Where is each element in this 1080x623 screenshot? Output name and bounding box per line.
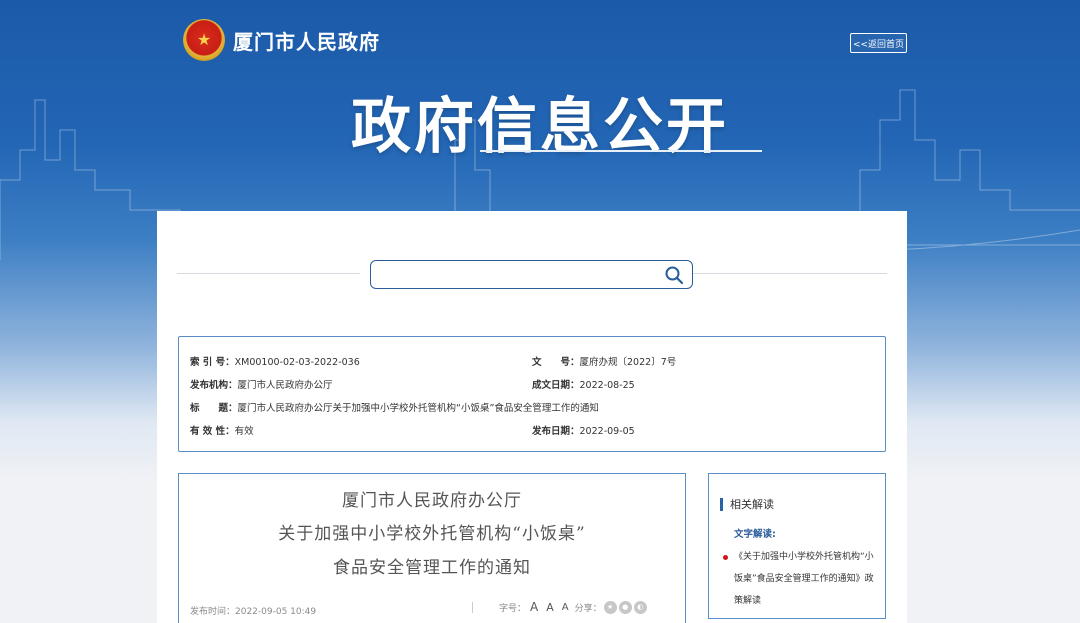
national-emblem-icon: ★ bbox=[183, 19, 225, 61]
site-name: 厦门市人民政府 bbox=[233, 29, 380, 54]
related-reading-panel: 相关解读 文字解读: 《关于加强中小学校外托管机构“小饭桌”食品安全管理工作的通… bbox=[708, 473, 886, 619]
font-large-button[interactable]: A bbox=[530, 600, 538, 614]
meta-index-number: 索 引 号：XM00100-02-03-2022-036 bbox=[190, 357, 360, 368]
article-title-line-2: 关于加强中小学校外托管机构“小饭桌” bbox=[278, 524, 586, 544]
font-size-label: 字号： bbox=[499, 603, 527, 614]
share-label: 分享： bbox=[574, 603, 602, 614]
return-home-link[interactable]: <<返回首页 bbox=[850, 33, 907, 53]
policy-interpretation-link[interactable]: 《关于加强中小学校外托管机构“小饭桌”食品安全管理工作的通知》政策解读 bbox=[734, 546, 876, 612]
search-input[interactable] bbox=[379, 264, 659, 285]
content-panel: 索 引 号：XM00100-02-03-2022-036 文 号：厦府办规〔20… bbox=[157, 211, 907, 623]
search-divider-left bbox=[177, 273, 360, 274]
meta-validity: 有 效 性：有效 bbox=[190, 426, 254, 437]
meta-document-number: 文 号：厦府办规〔2022〕7号 bbox=[532, 357, 677, 368]
site-logo[interactable]: ★ 厦门市人民政府 bbox=[183, 19, 380, 61]
share-weibo-icon[interactable]: ◐ bbox=[633, 600, 647, 614]
meta-created-date: 成文日期：2022-08-25 bbox=[532, 380, 635, 391]
related-reading-heading: 相关解读 bbox=[720, 496, 774, 512]
heading-accent-bar bbox=[720, 497, 723, 511]
share-favorite-icon[interactable]: ★ bbox=[603, 600, 617, 614]
share-wechat-icon[interactable]: ● bbox=[618, 600, 632, 614]
meta-published-date: 发布日期：2022-09-05 bbox=[532, 426, 635, 437]
search-divider-right bbox=[693, 273, 887, 274]
text-interpretation-label: 文字解读: bbox=[734, 529, 776, 540]
bullet-dot-icon bbox=[723, 555, 728, 560]
document-metadata-box: 索 引 号：XM00100-02-03-2022-036 文 号：厦府办规〔20… bbox=[178, 336, 886, 452]
font-medium-button[interactable]: A bbox=[546, 601, 554, 614]
search-bar bbox=[370, 260, 693, 289]
article-tools: 字号： A A A 分享： ★ ● ◐ bbox=[472, 600, 647, 614]
article-box: 厦门市人民政府办公厅 关于加强中小学校外托管机构“小饭桌” 食品安全管理工作的通… bbox=[178, 473, 686, 623]
hero-underline bbox=[480, 150, 762, 152]
search-icon[interactable] bbox=[664, 265, 684, 285]
meta-issuer: 发布机构：厦门市人民政府办公厅 bbox=[190, 380, 333, 391]
publish-time: 发布时间：2022-09-05 10:49 bbox=[190, 607, 317, 617]
tools-divider bbox=[472, 601, 473, 613]
font-small-button[interactable]: A bbox=[562, 602, 569, 613]
article-title-line-3: 食品安全管理工作的通知 bbox=[333, 558, 531, 578]
meta-title: 标 题：厦门市人民政府办公厅关于加强中小学校外托管机构“小饭桌”食品安全管理工作… bbox=[190, 403, 599, 414]
article-title-line-1: 厦门市人民政府办公厅 bbox=[342, 491, 522, 511]
